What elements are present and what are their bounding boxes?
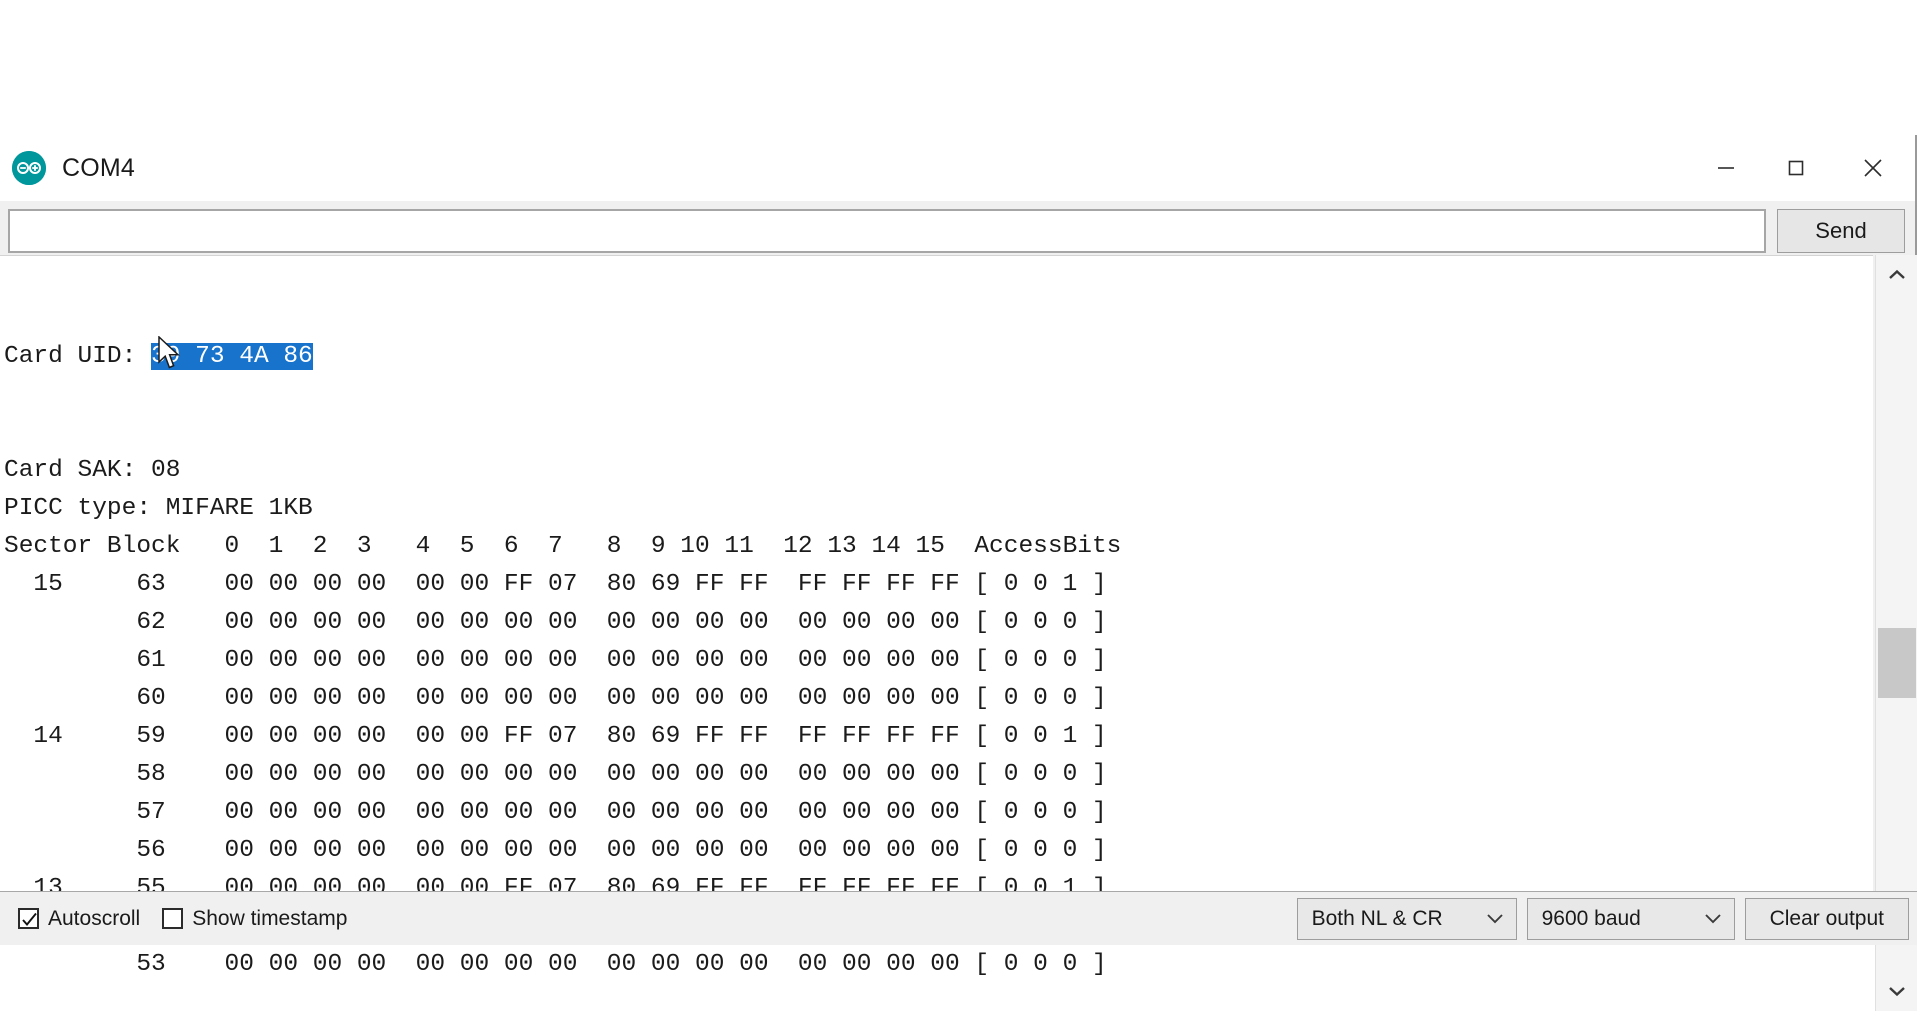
arduino-logo-icon — [12, 151, 46, 185]
console-line: 60 00 00 00 00 00 00 00 00 00 00 00 00 0… — [4, 685, 1107, 712]
serial-monitor-window: COM4 Send Card UID: 39 73 4A 86 Card SAK… — [0, 135, 1918, 1011]
maximize-icon — [1788, 160, 1804, 176]
minimize-icon — [1718, 167, 1734, 169]
window-title: COM4 — [62, 153, 136, 182]
uid-label: Card UID: — [4, 343, 152, 370]
minimize-button[interactable] — [1691, 135, 1761, 201]
close-button[interactable] — [1831, 135, 1915, 201]
uid-selected-value[interactable]: 39 73 4A 86 — [151, 343, 313, 370]
scroll-down-button[interactable] — [1876, 971, 1918, 1011]
console-line: Sector Block 0 1 2 3 4 5 6 7 8 9 10 11 1… — [4, 533, 1122, 560]
status-bar-left: Autoscroll Show timestamp — [18, 892, 347, 945]
console-line: 15 63 00 00 00 00 00 00 FF 07 80 69 FF F… — [4, 571, 1107, 598]
baud-rate-select[interactable]: 9600 baud — [1526, 897, 1735, 940]
send-row: Send — [0, 201, 1915, 255]
show-timestamp-checkbox[interactable]: Show timestamp — [162, 907, 347, 931]
show-timestamp-checkbox-box — [162, 908, 184, 929]
autoscroll-label: Autoscroll — [48, 906, 141, 930]
serial-send-input[interactable] — [8, 209, 1766, 253]
scroll-up-button[interactable] — [1876, 255, 1918, 295]
console-line: 56 00 00 00 00 00 00 00 00 00 00 00 00 0… — [4, 837, 1107, 864]
serial-monitor-screen: COM4 Send Card UID: 39 73 4A 86 Card SAK… — [0, 0, 1920, 1011]
autoscroll-checkbox-box — [18, 908, 39, 929]
titlebar-left: COM4 — [12, 135, 135, 201]
console-line-uid: Card UID: 39 73 4A 86 — [4, 338, 1873, 376]
console-line: 57 00 00 00 00 00 00 00 00 00 00 00 00 0… — [4, 799, 1107, 826]
chevron-up-icon — [1889, 269, 1905, 279]
console-line: 58 00 00 00 00 00 00 00 00 00 00 00 00 0… — [4, 761, 1107, 788]
clear-output-button[interactable]: Clear output — [1744, 897, 1909, 940]
console-line: Card SAK: 08 — [4, 457, 181, 484]
send-button[interactable]: Send — [1777, 209, 1905, 253]
window-controls — [1691, 135, 1915, 201]
chevron-down-icon — [1889, 987, 1905, 997]
chevron-down-icon — [1702, 908, 1724, 930]
line-ending-value: Both NL & CR — [1311, 906, 1443, 930]
console-line: 14 59 00 00 00 00 00 00 FF 07 80 69 FF F… — [4, 723, 1107, 750]
autoscroll-checkbox[interactable]: Autoscroll — [18, 907, 140, 931]
show-timestamp-label: Show timestamp — [192, 906, 348, 930]
status-bar: Autoscroll Show timestamp Both NL & CR 9… — [0, 891, 1917, 945]
window-titlebar: COM4 — [0, 135, 1915, 201]
maximize-button[interactable] — [1761, 135, 1831, 201]
checkmark-icon — [22, 912, 37, 926]
status-bar-right: Both NL & CR 9600 baud Clear output — [1296, 892, 1909, 945]
baud-rate-value: 9600 baud — [1541, 906, 1641, 930]
scrollbar-thumb[interactable] — [1878, 628, 1916, 699]
line-ending-select[interactable]: Both NL & CR — [1296, 897, 1517, 940]
console-line: 62 00 00 00 00 00 00 00 00 00 00 00 00 0… — [4, 609, 1107, 636]
close-icon — [1864, 159, 1882, 177]
console-line: 61 00 00 00 00 00 00 00 00 00 00 00 00 0… — [4, 647, 1107, 674]
console-line: PICC type: MIFARE 1KB — [4, 495, 313, 522]
chevron-down-icon — [1484, 908, 1506, 930]
console-line: 53 00 00 00 00 00 00 00 00 00 00 00 00 0… — [4, 951, 1107, 978]
